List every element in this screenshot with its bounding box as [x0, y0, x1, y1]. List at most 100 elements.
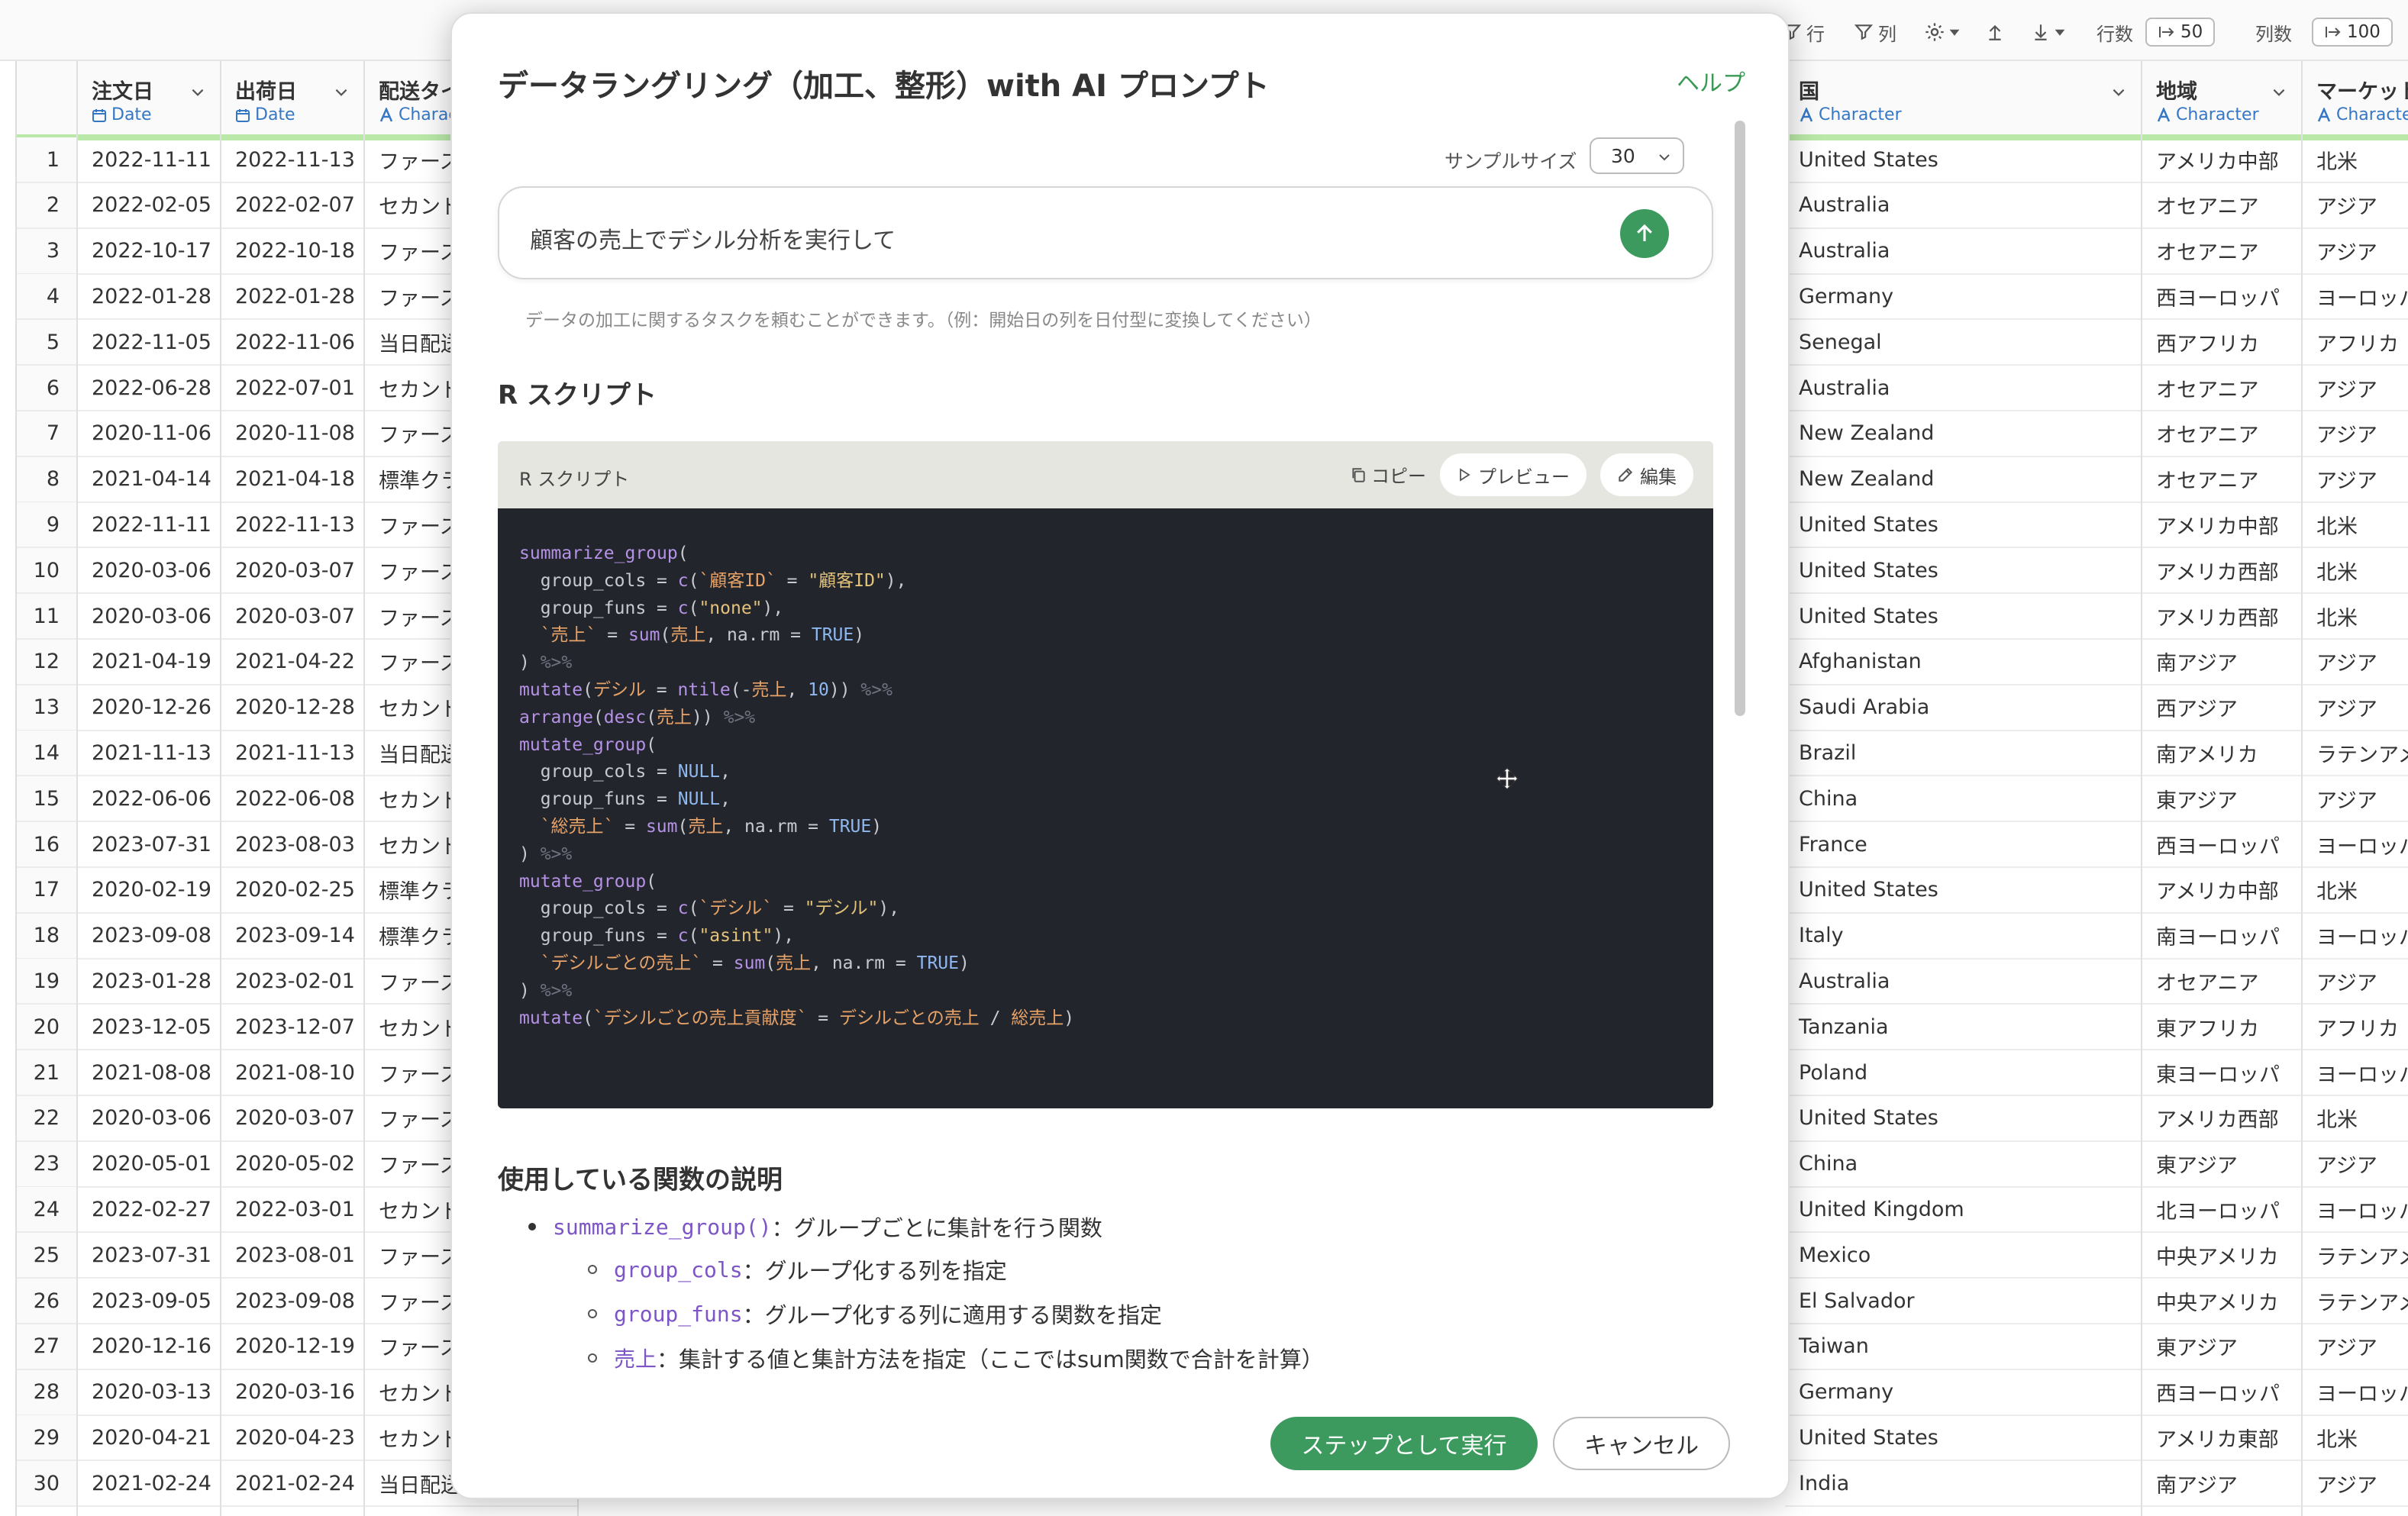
table-cell-order[interactable]: 2020-03-13: [78, 1370, 220, 1416]
table-cell-region[interactable]: アメリカ中部: [2142, 502, 2301, 549]
preview-button[interactable]: プレビュー: [1440, 453, 1587, 496]
table-cell-n[interactable]: 29: [17, 1415, 76, 1462]
table-cell-n[interactable]: 20: [17, 1005, 76, 1051]
table-cell-order[interactable]: 2022-02-27: [78, 1187, 220, 1234]
table-cell-ship[interactable]: 2021-02-24: [221, 1461, 363, 1508]
table-cell-market[interactable]: アジア: [2303, 685, 2408, 731]
table-cell-market[interactable]: アジア: [2303, 1324, 2408, 1370]
table-cell-market[interactable]: アジア: [2303, 183, 2408, 229]
table-cell-market[interactable]: 北米: [2303, 1096, 2408, 1142]
table-cell-order[interactable]: 2022-06-28: [78, 366, 220, 411]
table-cell-region[interactable]: 西アジア: [2142, 685, 2301, 731]
table-cell-country[interactable]: Saudi Arabia: [1785, 685, 2141, 731]
table-cell-n[interactable]: 11: [17, 594, 76, 640]
table-cell-ship[interactable]: 2020-12-28: [221, 685, 363, 731]
table-cell-ship[interactable]: 2022-11-13: [221, 502, 363, 549]
table-cell-market[interactable]: 北米: [2303, 1415, 2408, 1462]
table-cell-country[interactable]: Senegal: [1785, 320, 2141, 366]
table-cell-ship[interactable]: 2023-08-01: [221, 1233, 363, 1279]
table-cell-market[interactable]: アジア: [2303, 366, 2408, 411]
table-cell-order[interactable]: 2022-11-11: [78, 137, 220, 183]
table-cell-n[interactable]: 25: [17, 1233, 76, 1279]
table-cell-n[interactable]: 28: [17, 1369, 76, 1416]
table-cell-order[interactable]: 2020-02-19: [78, 868, 220, 914]
table-cell-region[interactable]: アメリカ中部: [2142, 868, 2301, 914]
table-cell-order[interactable]: 2022-10-17: [78, 229, 220, 275]
table-cell-country[interactable]: China: [1785, 776, 2141, 823]
table-cell-n[interactable]: 30: [17, 1461, 76, 1508]
table-cell-order[interactable]: 2020-03-06: [78, 1096, 220, 1142]
table-cell-market[interactable]: ヨーロッパ: [2303, 1050, 2408, 1096]
table-cell-country[interactable]: United States: [1785, 137, 2141, 183]
table-cell-order[interactable]: 2023-07-31: [78, 1233, 220, 1279]
table-cell-n[interactable]: 18: [17, 913, 76, 960]
table-cell-market[interactable]: アジア: [2303, 457, 2408, 503]
table-cell-ship[interactable]: 2023-09-08: [221, 1279, 363, 1324]
table-cell-market[interactable]: アジア: [2303, 411, 2408, 457]
column-header-ship-date[interactable]: 出荷日 Date: [221, 61, 363, 140]
table-cell-country[interactable]: El Salvador: [1785, 1279, 2141, 1324]
table-cell-region[interactable]: 西アフリカ: [2142, 320, 2301, 366]
table-cell-ship[interactable]: 2022-07-01: [221, 366, 363, 411]
table-cell-country[interactable]: France: [1785, 822, 2141, 868]
table-cell-n[interactable]: 19: [17, 959, 76, 1005]
column-header-region[interactable]: 地域 Character: [2142, 61, 2301, 140]
table-cell-ship[interactable]: 2023-08-03: [221, 822, 363, 868]
table-cell-order[interactable]: 2020-03-06: [78, 594, 220, 640]
table-cell-region[interactable]: 東ヨーロッパ: [2142, 1050, 2301, 1096]
column-header-country[interactable]: 国 Character: [1785, 61, 2141, 140]
table-cell-region[interactable]: アメリカ東部: [2142, 1415, 2301, 1462]
table-cell-n[interactable]: 4: [17, 274, 76, 321]
table-cell-market[interactable]: ヨーロッパ: [2303, 822, 2408, 868]
chevron-down-icon[interactable]: [2271, 84, 2287, 101]
table-cell-market[interactable]: 北米: [2303, 594, 2408, 640]
table-cell-country[interactable]: United States: [1785, 594, 2141, 640]
table-cell-n[interactable]: 14: [17, 731, 76, 777]
table-cell-ship[interactable]: 2022-03-01: [221, 1187, 363, 1234]
table-cell-region[interactable]: 東アジア: [2142, 1142, 2301, 1188]
table-cell-market[interactable]: アジア: [2303, 640, 2408, 685]
table-cell-ship[interactable]: 2021-04-22: [221, 640, 363, 685]
table-cell-market[interactable]: アジア: [2303, 229, 2408, 275]
table-cell-market[interactable]: ヨーロッパ: [2303, 1370, 2408, 1416]
table-cell-region[interactable]: アメリカ中部: [2142, 137, 2301, 183]
table-cell-order[interactable]: 2020-12-16: [78, 1324, 220, 1370]
table-cell-region[interactable]: 南アジア: [2142, 1461, 2301, 1508]
table-cell-ship[interactable]: 2020-04-23: [221, 1415, 363, 1462]
table-cell-region[interactable]: 南アジア: [2142, 640, 2301, 685]
table-cell-market[interactable]: ヨーロッパ: [2303, 1187, 2408, 1234]
execute-as-step-button[interactable]: ステップとして実行: [1270, 1417, 1538, 1470]
table-cell-region[interactable]: 東アジア: [2142, 1324, 2301, 1370]
table-cell-ship[interactable]: 2020-02-25: [221, 868, 363, 914]
table-cell-country[interactable]: Australia: [1785, 183, 2141, 229]
table-cell-market[interactable]: ヨーロッパ: [2303, 274, 2408, 321]
table-cell-ship[interactable]: 2020-03-16: [221, 1370, 363, 1416]
table-cell-market[interactable]: アジア: [2303, 1142, 2408, 1188]
table-cell-ship[interactable]: 2023-09-14: [221, 914, 363, 960]
table-cell-region[interactable]: 西ヨーロッパ: [2142, 1370, 2301, 1416]
table-cell-country[interactable]: New Zealand: [1785, 411, 2141, 457]
table-cell-market[interactable]: アジア: [2303, 959, 2408, 1005]
table-cell-order[interactable]: 2021-08-08: [78, 1050, 220, 1096]
table-cell-country[interactable]: Australia: [1785, 366, 2141, 411]
table-cell-region[interactable]: 西ヨーロッパ: [2142, 822, 2301, 868]
table-cell-country[interactable]: Germany: [1785, 1370, 2141, 1416]
table-cell-order[interactable]: 2021-04-14: [78, 457, 220, 503]
table-cell-order[interactable]: 2023-07-31: [78, 822, 220, 868]
sample-size-select[interactable]: 30: [1590, 137, 1684, 174]
settings-menu-button[interactable]: [1924, 17, 1961, 47]
table-cell-country[interactable]: New Zealand: [1785, 457, 2141, 503]
table-cell-order[interactable]: 2020-04-21: [78, 1415, 220, 1462]
sort-descending-button[interactable]: [2031, 17, 2066, 47]
table-cell-country[interactable]: Germany: [1785, 274, 2141, 321]
table-cell-n[interactable]: 15: [17, 776, 76, 823]
cols-count-input[interactable]: 100: [2312, 18, 2393, 47]
cols-count-control[interactable]: 100: [2312, 17, 2393, 47]
scrollbar-thumb[interactable]: [1735, 121, 1745, 716]
table-cell-n[interactable]: 2: [17, 182, 76, 229]
table-cell-region[interactable]: オセアニア: [2142, 457, 2301, 503]
table-cell-ship[interactable]: 2022-06-08: [221, 776, 363, 823]
table-cell-country[interactable]: United States: [1785, 1096, 2141, 1142]
table-cell-ship[interactable]: 2020-05-02: [221, 1142, 363, 1188]
table-cell-order[interactable]: 2022-11-05: [78, 320, 220, 366]
